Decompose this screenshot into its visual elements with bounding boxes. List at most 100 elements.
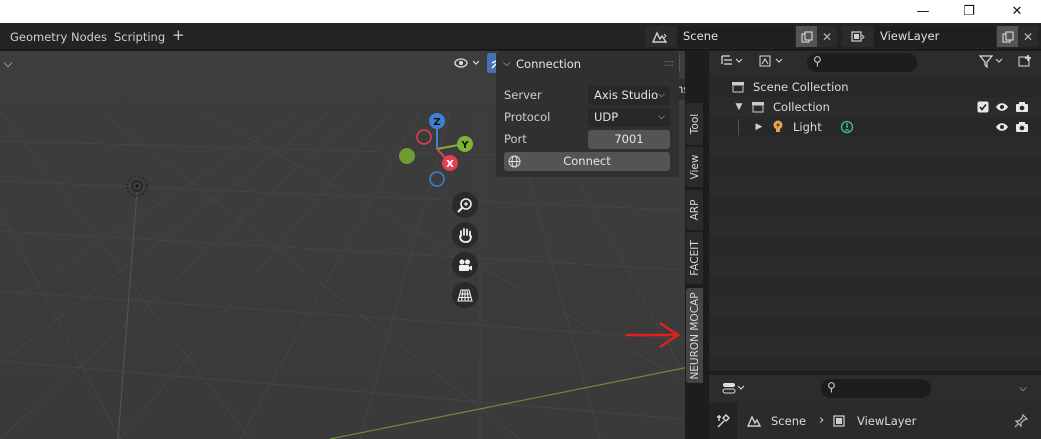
outliner-empty-row — [709, 337, 1041, 357]
maximize-icon[interactable]: ❐ — [946, 0, 992, 23]
pan-hand-icon[interactable] — [452, 222, 478, 248]
duplicate-scene-icon[interactable] — [796, 26, 817, 47]
properties-editor: ⚲ ⌵ Scene › ViewLayer — [709, 375, 1041, 439]
display-mode-icon[interactable] — [755, 51, 787, 71]
filter-icon[interactable] — [975, 51, 1007, 71]
outliner-empty-row — [709, 297, 1041, 317]
outliner-empty-row — [709, 177, 1041, 197]
scene-icon — [745, 411, 763, 431]
viewlayer-icon[interactable] — [844, 26, 872, 47]
tool-settings-icon[interactable] — [713, 411, 733, 431]
tree-line — [738, 119, 739, 135]
workspace-header: Geometry Nodes Scripting + Scene ✕ ViewL… — [0, 23, 1041, 50]
outliner-empty-row — [709, 217, 1041, 237]
server-dropdown[interactable]: Axis Studio ⌵ — [588, 86, 670, 105]
scene-collection-icon — [729, 77, 747, 97]
viewlayer-icon — [831, 411, 849, 431]
tab-faceit-label: FACEIT — [688, 240, 701, 276]
eye-icon[interactable] — [994, 97, 1010, 117]
outliner-search-input[interactable]: ⚲ — [807, 53, 917, 72]
new-collection-icon[interactable] — [1014, 51, 1036, 71]
tab-tool[interactable]: Tool — [686, 103, 703, 145]
properties-breadcrumb: Scene › ViewLayer — [737, 403, 1041, 439]
gizmo-y-label: Y — [460, 140, 469, 151]
drag-grip-icon[interactable]: :::: — [664, 51, 675, 77]
eye-icon[interactable] — [994, 117, 1010, 137]
gizmo-z-label: Z — [433, 117, 440, 128]
port-field[interactable]: 7001 — [588, 130, 670, 149]
tab-scripting[interactable]: Scripting — [114, 28, 165, 46]
collection-icon — [749, 97, 767, 117]
protocol-dropdown[interactable]: UDP ⌵ — [588, 108, 670, 127]
connection-title: Connection — [516, 57, 582, 71]
close-icon[interactable]: ✕ — [994, 0, 1040, 23]
outliner-empty-row — [709, 257, 1041, 277]
scene-icon[interactable] — [647, 26, 673, 47]
tab-geometry-nodes[interactable]: Geometry Nodes — [10, 28, 107, 46]
options-chevron-down-icon[interactable]: ⌵ — [1013, 378, 1033, 398]
editor-type-icon[interactable] — [719, 378, 749, 398]
outliner-row-collection[interactable]: ▼ Collection — [709, 97, 1041, 117]
breadcrumb-viewlayer: ViewLayer — [857, 414, 917, 428]
tab-neuron-mocap[interactable]: NEURON MOCAP — [686, 288, 703, 383]
outliner: ⚲ Scene Collection ▼ Collection ▶ Light — [709, 51, 1041, 371]
outliner-header: ⚲ — [709, 51, 1041, 75]
camera-render-icon[interactable] — [1014, 117, 1030, 137]
add-workspace-icon[interactable]: + — [172, 26, 185, 44]
viewlayer-selector: ViewLayer ✕ — [842, 26, 1038, 47]
visibility-menu-icon[interactable] — [451, 53, 481, 73]
light-label: Light — [793, 120, 822, 134]
connect-button[interactable]: Connect — [504, 152, 670, 171]
tab-tool-label: Tool — [688, 113, 701, 135]
collapse-triangle-icon[interactable]: ▼ — [733, 97, 745, 117]
window-titlebar: — ❐ ✕ — [0, 0, 1041, 23]
breadcrumb-scene: Scene — [771, 414, 807, 428]
red-arrow-annotation — [626, 321, 681, 349]
perspective-grid-icon[interactable] — [452, 282, 478, 308]
pin-icon[interactable] — [1011, 411, 1031, 431]
tab-arp-label: ARP — [688, 199, 701, 221]
scene-name-field[interactable]: Scene — [677, 26, 795, 47]
chevron-down-icon: ⌵ — [658, 90, 665, 100]
camera-render-icon[interactable] — [1014, 97, 1030, 117]
connection-panel: ⌵ Connection :::: Server Axis Studio ⌵ P… — [496, 51, 679, 177]
protocol-value: UDP — [594, 110, 619, 124]
breadcrumb-chevron-right-icon: › — [819, 413, 825, 428]
server-label: Server — [504, 88, 542, 102]
camera-icon[interactable] — [452, 252, 478, 278]
search-icon: ⚲ — [827, 380, 836, 394]
tab-view-label: View — [688, 154, 701, 180]
connect-label: Connect — [563, 154, 611, 168]
outliner-row-scene-collection[interactable]: Scene Collection — [709, 77, 1041, 97]
scene-selector: Scene ✕ — [645, 26, 837, 47]
tab-faceit[interactable]: FACEIT — [686, 232, 703, 284]
light-data-icon[interactable] — [839, 117, 855, 137]
search-icon: ⚲ — [813, 54, 822, 68]
connection-panel-header[interactable]: ⌵ Connection :::: — [496, 51, 679, 77]
outliner-row-light[interactable]: ▶ Light — [709, 117, 1041, 137]
viewlayer-name-field[interactable]: ViewLayer — [874, 26, 996, 47]
properties-tab-column — [709, 403, 737, 439]
expand-triangle-icon[interactable]: ▶ — [753, 117, 765, 137]
zoom-icon[interactable] — [452, 192, 478, 218]
protocol-label: Protocol — [504, 110, 551, 124]
server-value: Axis Studio — [594, 88, 659, 102]
partial-menu-chevron-icon[interactable]: ⌵ — [0, 53, 16, 73]
editor-type-icon[interactable] — [717, 51, 747, 71]
scene-collection-label: Scene Collection — [753, 80, 849, 94]
sidebar-tabs: Tool View ARP FACEIT NEURON MOCAP — [685, 51, 704, 439]
duplicate-viewlayer-icon[interactable] — [997, 26, 1018, 47]
tab-arp[interactable]: ARP — [686, 190, 703, 230]
remove-scene-icon[interactable]: ✕ — [818, 26, 836, 47]
collection-label: Collection — [773, 100, 830, 114]
minimize-icon[interactable]: — — [900, 0, 946, 23]
outliner-empty-row — [709, 137, 1041, 157]
tab-view[interactable]: View — [686, 147, 703, 187]
gizmo-x-label: X — [446, 159, 454, 170]
tab-neuron-mocap-label: NEURON MOCAP — [688, 291, 701, 380]
checkbox-checked-icon[interactable] — [975, 97, 991, 117]
properties-search-input[interactable]: ⚲ — [821, 379, 931, 398]
properties-header: ⚲ ⌵ — [709, 375, 1041, 401]
chevron-down-icon: ⌵ — [658, 112, 665, 122]
remove-viewlayer-icon[interactable]: ✕ — [1019, 26, 1037, 47]
